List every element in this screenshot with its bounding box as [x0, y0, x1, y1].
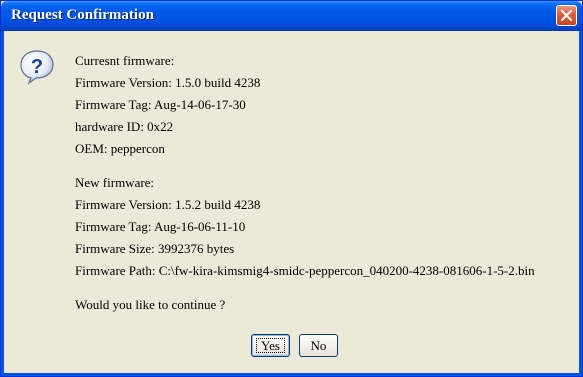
close-button[interactable] [556, 5, 577, 26]
continue-prompt: Would you like to continue ? [75, 297, 226, 312]
confirmation-dialog: Request Confirmation ? Curresnt firmware… [0, 0, 583, 377]
close-icon [560, 9, 573, 22]
message-line: Firmware Path: C:\fw-kira-kimsmig4-smidc… [75, 263, 535, 278]
window-border-left [1, 31, 4, 376]
message-line: Firmware Tag: Aug-16-06-11-10 [75, 219, 246, 234]
message-body: Curresnt firmware: Firmware Version: 1.5… [75, 50, 535, 316]
message-line: Firmware Tag: Aug-14-06-17-30 [75, 97, 246, 112]
no-button[interactable]: No [299, 334, 338, 357]
message-line: Firmware Version: 1.5.2 build 4238 [75, 197, 261, 212]
message-line: Firmware Version: 1.5.0 build 4238 [75, 75, 261, 90]
message-line: New firmware: [75, 175, 155, 190]
message-line: hardware ID: 0x22 [75, 119, 174, 134]
focus-rectangle [256, 338, 285, 353]
message-line: Curresnt firmware: [75, 53, 175, 68]
question-icon: ? [20, 50, 54, 85]
message-line: Firmware Size: 3992376 bytes [75, 241, 235, 256]
yes-button[interactable]: Yes [251, 334, 290, 357]
svg-text:?: ? [31, 56, 43, 78]
window-border-right [579, 31, 582, 376]
no-button-label: No [310, 338, 327, 353]
title-bar[interactable]: Request Confirmation [1, 1, 582, 31]
window-border-bottom [1, 373, 582, 376]
window-title: Request Confirmation [11, 7, 154, 23]
message-line: OEM: peppercon [75, 141, 165, 156]
